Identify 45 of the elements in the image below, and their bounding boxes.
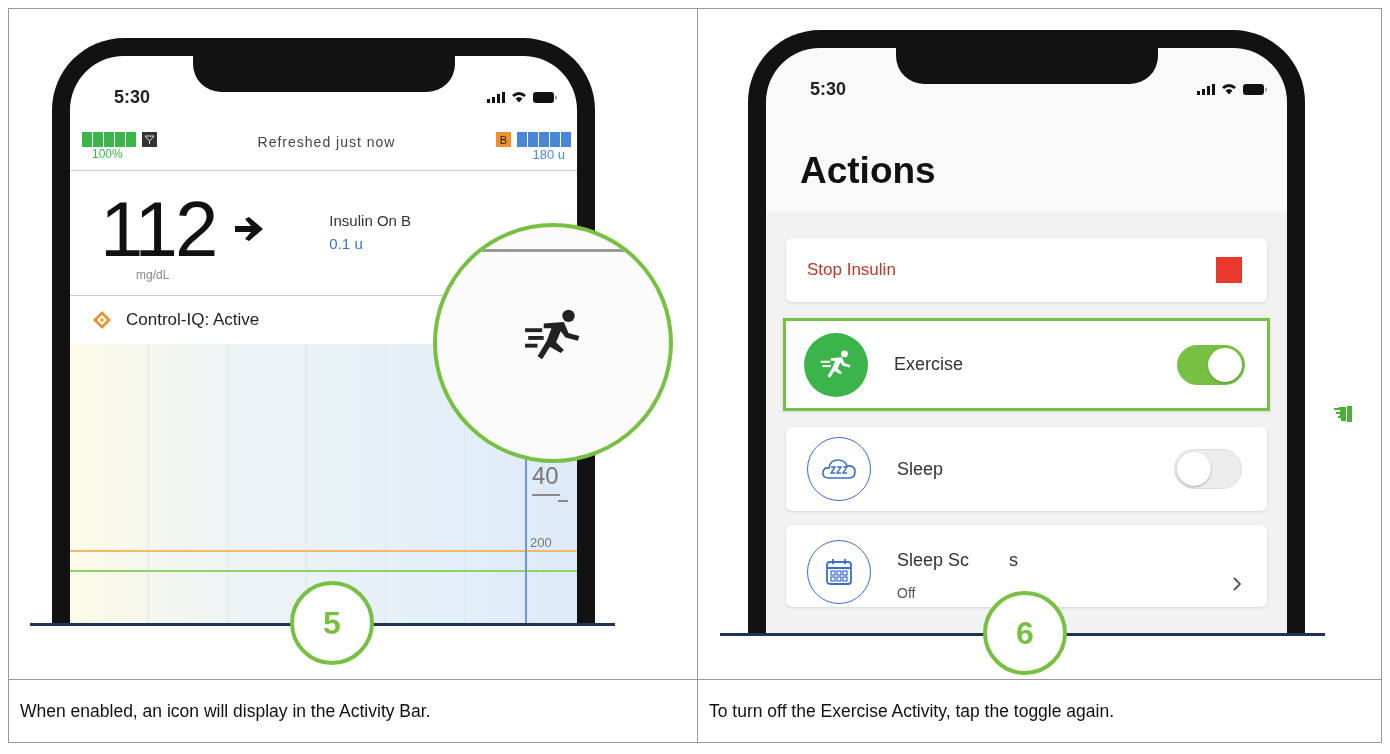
iob-label: Insulin On B [329,212,412,229]
battery-icon [1243,83,1267,95]
battery-icon [533,91,557,103]
axis-label: 40 [532,462,559,490]
control-iq-icon [92,310,112,330]
iob-value: 0.1 u [329,235,364,252]
action-card[interactable]: Stop Insulin [786,238,1267,302]
chevron-icon [1232,576,1242,592]
pump-battery-icon [82,132,136,147]
action-label: s [1009,550,1019,571]
axis-label: 200 [530,535,552,550]
reservoir-badge: B [496,132,511,147]
toggle-switch[interactable] [1177,344,1245,385]
signal-icon [1197,83,1215,95]
battery-percent: 100% [92,147,123,161]
tick-mark [532,494,560,496]
action-label: Exercise [894,354,965,375]
signal-icon [487,91,505,103]
action-card[interactable]: Sleep Sc s Off [786,525,1267,607]
tick-mark [558,500,568,502]
toggle-switch[interactable] [1174,449,1242,489]
action-card[interactable]: Sleep [786,427,1267,511]
caption: To turn off the Exercise Activity, tap the toggle again. [708,699,1115,723]
action-label: Sleep Sc [897,550,970,571]
glucose-value: 112 [100,190,216,268]
action-label: Stop Insulin [807,260,897,280]
wifi-icon [1221,83,1237,95]
action-label: Sleep [897,458,945,480]
insulin-remaining: 180 u [532,147,565,162]
stop-icon [1216,257,1242,283]
caption: When enabled, an icon will display in the Activity Bar. [9,680,698,742]
glucose-unit: mg/dL [136,268,170,282]
step-badge: 5 [290,581,374,665]
pointing-hand-icon [1333,405,1353,423]
insulin-level-icon [517,132,571,147]
action-sublabel: Off [897,585,917,601]
control-iq-status: Control-IQ: Active [126,310,260,330]
refresh-status: Refreshed just now [257,134,396,150]
step-badge: 6 [983,591,1067,675]
action-card[interactable]: Exercise [783,318,1270,411]
screen-title: Actions [800,150,937,192]
cgm-icon [142,132,157,147]
status-time: 5:30 [810,78,847,100]
wifi-icon [511,91,527,103]
status-time: 5:30 [114,86,151,108]
